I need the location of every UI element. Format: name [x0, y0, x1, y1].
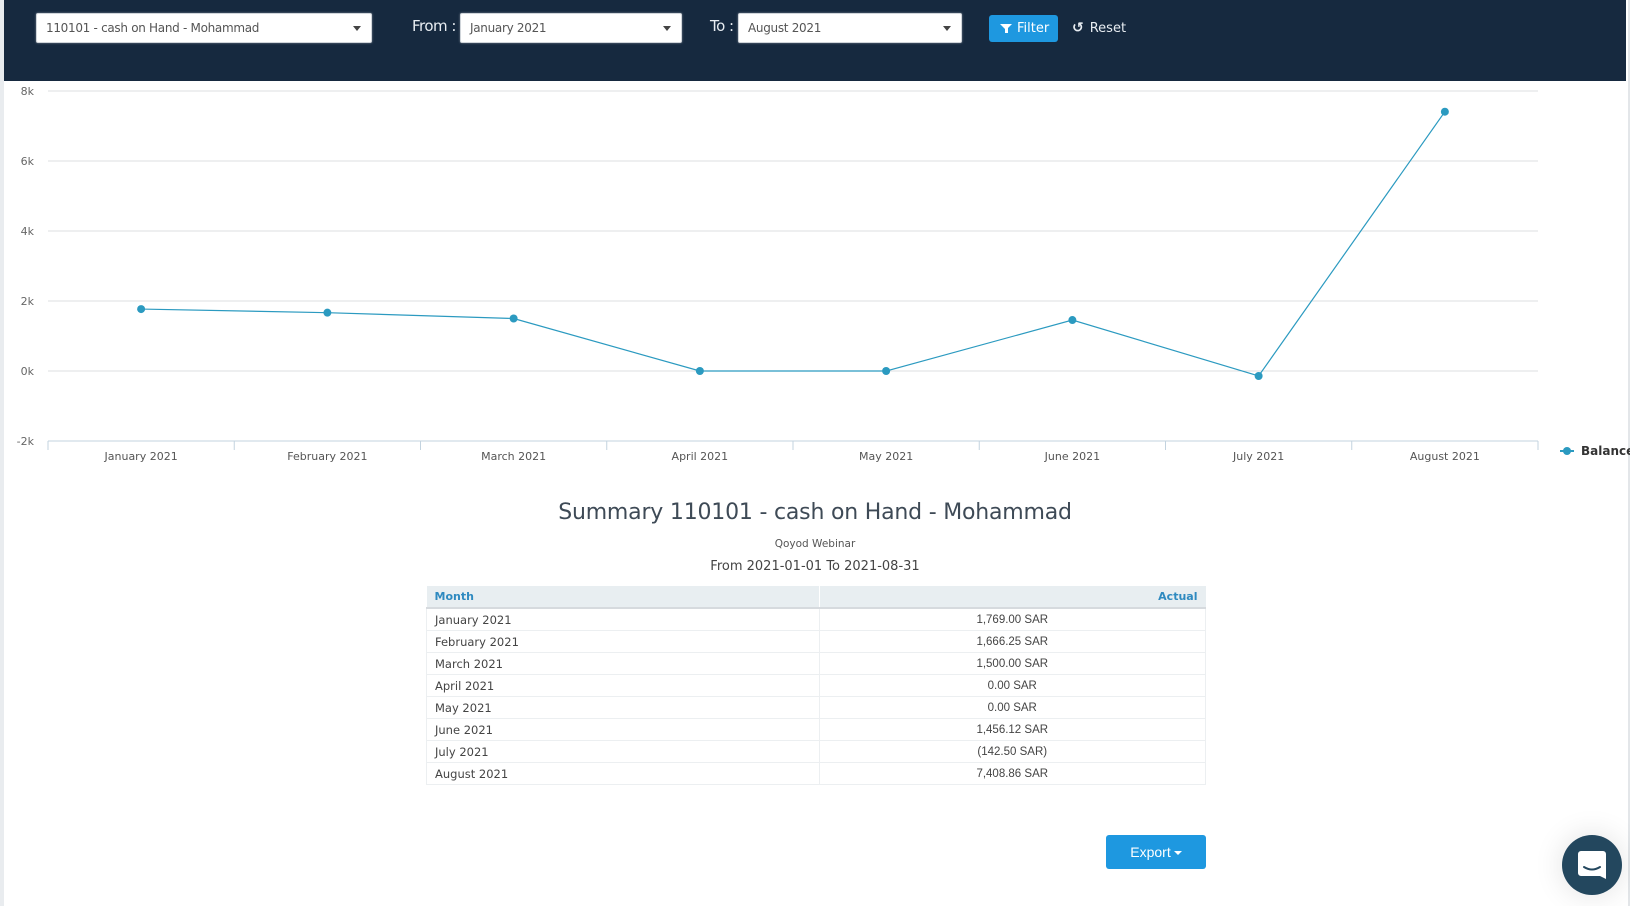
column-header-month[interactable]: Month	[426, 586, 820, 609]
summary-title: Summary 110101 - cash on Hand - Mohammad	[558, 500, 1072, 525]
actual-cell: 1,500.00 SAR	[819, 652, 1206, 675]
chart-series	[137, 107, 1449, 380]
y-tick-label: 2k	[21, 295, 35, 308]
table-row: August 2021 7,408.86 SAR	[426, 762, 1206, 785]
x-axis: January 2021 February 2021 March 2021 April…	[47, 440, 1539, 463]
data-point	[1068, 316, 1077, 325]
actual-cell: 1,456.12 SAR	[819, 718, 1206, 741]
chart-gridlines	[48, 90, 1538, 372]
data-point	[323, 308, 332, 317]
x-tick-label: May 2021	[859, 450, 913, 463]
summary-table: Month Actual January 2021 1,769.00 SAR Feb…	[426, 586, 1206, 785]
data-point	[1440, 107, 1449, 116]
data-point	[1254, 371, 1263, 380]
to-month-value: August 2021	[748, 21, 822, 35]
reset-button[interactable]: ↺ Reset	[1072, 15, 1126, 42]
legend-marker	[1563, 447, 1571, 455]
export-dropdown-button[interactable]: Export	[1106, 835, 1206, 869]
month-cell: April 2021	[426, 674, 820, 697]
y-tick-label: 8k	[21, 85, 35, 98]
y-tick-label: 6k	[21, 155, 35, 168]
filter-bar: 110101 - cash on Hand - Mohammad From : …	[4, 0, 1626, 81]
filter-button-label: Filter	[1017, 21, 1050, 36]
table-row: January 2021 1,769.00 SAR	[426, 608, 1206, 631]
filter-button[interactable]: Filter	[989, 15, 1058, 42]
account-select[interactable]: 110101 - cash on Hand - Mohammad	[36, 13, 372, 43]
actual-cell: 1,769.00 SAR	[819, 608, 1206, 631]
filter-funnel-icon	[1000, 24, 1012, 33]
data-point	[882, 367, 891, 375]
table-row: June 2021 1,456.12 SAR	[426, 718, 1206, 741]
month-cell: March 2021	[426, 652, 820, 675]
y-axis-ticks: -2k 0k 2k 4k 6k 8k	[17, 85, 35, 448]
month-cell: June 2021	[426, 718, 820, 741]
account-select-value: 110101 - cash on Hand - Mohammad	[46, 21, 260, 35]
undo-icon: ↺	[1072, 20, 1084, 36]
reset-button-label: Reset	[1089, 21, 1127, 36]
table-row: April 2021 0.00 SAR	[426, 674, 1206, 697]
to-month-select[interactable]: August 2021	[738, 13, 962, 43]
from-month-select[interactable]: January 2021	[460, 13, 682, 43]
x-tick-label: March 2021	[481, 450, 546, 463]
x-tick-label: August 2021	[1410, 450, 1480, 463]
month-cell: January 2021	[426, 608, 820, 631]
table-row: May 2021 0.00 SAR	[426, 696, 1206, 719]
export-button-label: Export	[1130, 844, 1171, 860]
company-name: Qoyod Webinar	[774, 538, 856, 550]
y-tick-label: 0k	[21, 365, 35, 378]
actual-cell: (142.50 SAR)	[819, 740, 1206, 763]
chart-legend: Balance	[1560, 444, 1630, 458]
month-cell: July 2021	[426, 740, 820, 763]
actual-cell: 1,666.25 SAR	[819, 630, 1206, 653]
from-month-value: January 2021	[470, 21, 547, 35]
actual-cell: 0.00 SAR	[819, 674, 1206, 697]
x-tick-label: June 2021	[1044, 450, 1100, 463]
table-row: July 2021 (142.50 SAR)	[426, 740, 1206, 763]
x-tick-label: April 2021	[672, 450, 729, 463]
chat-bubble-icon	[1578, 851, 1606, 879]
x-tick-label: January 2021	[104, 450, 178, 463]
actual-cell: 7,408.86 SAR	[819, 762, 1206, 785]
chat-launcher-button[interactable]	[1562, 835, 1622, 895]
legend-label: Balance	[1581, 444, 1630, 458]
y-tick-label: 4k	[21, 225, 35, 238]
caret-down-icon	[943, 26, 951, 31]
data-point	[695, 367, 704, 375]
x-tick-label: February 2021	[287, 450, 367, 463]
series-line-balance	[141, 111, 1446, 377]
y-tick-label: -2k	[17, 435, 35, 448]
caret-down-icon	[353, 26, 361, 31]
caret-down-icon	[1173, 851, 1182, 856]
table-row: March 2021 1,500.00 SAR	[426, 652, 1206, 675]
month-cell: February 2021	[426, 630, 820, 653]
table-row: February 2021 1,666.25 SAR	[426, 630, 1206, 653]
month-cell: August 2021	[426, 762, 820, 785]
to-label: To :	[710, 17, 734, 35]
balance-line-chart: -2k 0k 2k 4k 6k 8k January 2021 February 2021 M…	[17, 85, 1630, 463]
from-label: From :	[412, 17, 457, 35]
x-tick-label: July 2021	[1232, 450, 1284, 463]
column-header-actual[interactable]: Actual	[819, 586, 1206, 609]
caret-down-icon	[663, 26, 671, 31]
data-point	[509, 314, 518, 323]
actual-cell: 0.00 SAR	[819, 696, 1206, 719]
date-range: From 2021-01-01 To 2021-08-31	[710, 559, 920, 574]
month-cell: May 2021	[426, 696, 820, 719]
table-header-row: Month Actual	[426, 586, 1206, 609]
data-point	[137, 305, 146, 314]
